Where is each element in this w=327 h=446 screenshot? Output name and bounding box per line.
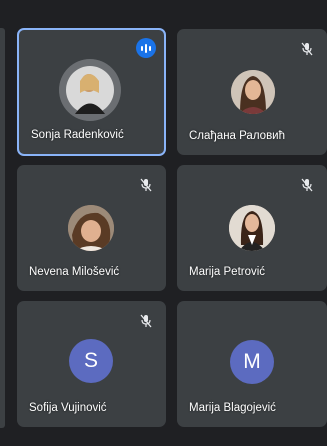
participant-tile-sonja-radenkovic[interactable]: Sonja Radenković: [17, 28, 166, 156]
participant-name: Sonja Radenković: [31, 129, 124, 141]
audio-level-icon: [136, 38, 156, 58]
mic-off-icon: [138, 313, 154, 329]
participant-name: Marija Petrović: [189, 266, 266, 278]
avatar-initial: M: [243, 350, 261, 373]
avatar-initial: S: [83, 349, 98, 372]
mic-off-icon: [299, 41, 315, 57]
participant-tile-marija-petrovic[interactable]: Marija Petrović: [177, 165, 327, 291]
mic-off-icon: [299, 177, 315, 193]
participant-avatar: [229, 205, 275, 251]
participant-tile-marija-blagojevic[interactable]: M Marija Blagojević: [177, 301, 327, 427]
participant-avatar: M: [230, 340, 274, 384]
participant-name: Слађана Раловић: [189, 130, 285, 142]
participant-photo-icon: [68, 205, 114, 251]
participant-avatar: [59, 59, 121, 121]
participant-tile-sofija-vujinovic[interactable]: S Sofija Vujinović: [17, 301, 166, 427]
mic-off-icon: [138, 177, 154, 193]
participant-photo-icon: [229, 205, 275, 251]
participant-avatar: [68, 205, 114, 251]
participant-name: Nevena Milošević: [29, 266, 120, 278]
participant-name: Marija Blagojević: [189, 402, 276, 414]
participant-avatar: [231, 70, 275, 114]
meet-participant-grid-screen: Sonja Radenković Слађана Раловић Nevena …: [0, 0, 327, 446]
participant-photo-icon: [59, 59, 121, 121]
participant-tile-sladjana-ralovic[interactable]: Слађана Раловић: [177, 29, 327, 155]
participant-grid: Sonja Radenković Слађана Раловић Nevena …: [0, 0, 327, 446]
participant-tile-nevena-milosevic[interactable]: Nevena Milošević: [17, 165, 166, 291]
participant-avatar: S: [69, 339, 113, 383]
participant-photo-icon: [231, 70, 275, 114]
participant-name: Sofija Vujinović: [29, 402, 107, 414]
